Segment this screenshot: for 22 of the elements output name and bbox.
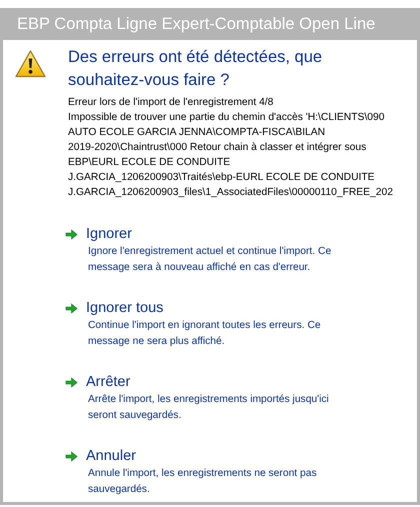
arrow-icon — [65, 376, 78, 388]
option-description: Arrête l'import, les enregistrements importés jusqu'ici seront sauvegardés. — [88, 393, 330, 423]
arrow-icon — [65, 302, 78, 314]
error-detail-line: Erreur lors de l'import de l'enregistrement 4/8 — [68, 96, 274, 110]
option-description: Annule l'import, les enregistrements ne seront pas sauvegardés. — [88, 467, 318, 497]
arrow-icon — [65, 450, 78, 462]
option-description: Ignore l'enregistrement actuel et continue l'import. Ce message sera à nouveau affiché en cas d'erreur. — [88, 245, 332, 275]
option-link[interactable]: Annuler — [86, 446, 136, 466]
error-detail-line: J.GARCIA_1206200903\Traités\ebp-EURL ECOLE DE CONDUITE — [68, 171, 376, 185]
error-detail-line: AUTO ECOLE GARCIA JENNA\COMPTA-FISCA\BILAN — [68, 126, 326, 140]
option-link[interactable]: Arrêter — [86, 372, 130, 392]
error-detail-line: EBP\EURL ECOLE DE CONDUITE — [68, 156, 232, 170]
window-title: EBP Compta Ligne Expert-Comptable Open Line — [17, 14, 376, 34]
error-detail-line: J.GARCIA_1206200903_files\1_AssociatedFiles\00000110_FREE_202 — [68, 186, 394, 200]
error-detail-line: Impossible de trouver une partie du chemin d'accès 'H:\CLIENTS\090 — [68, 111, 386, 125]
option-link[interactable]: Ignorer — [86, 224, 132, 244]
dialog-heading: Des erreurs ont été détectées, que souhaitez-vous faire ? — [68, 47, 324, 91]
warning-icon — [15, 50, 46, 78]
arrow-icon — [65, 228, 78, 240]
error-detail-line: 2019-2020\Chaintrust\000 Retour chain à classer et intégrer sous — [68, 141, 368, 155]
option-link[interactable]: Ignorer tous — [86, 298, 164, 318]
option-description: Continue l'import en ignorant toutes les erreurs. Ce message ne sera plus affiché. — [88, 319, 322, 349]
